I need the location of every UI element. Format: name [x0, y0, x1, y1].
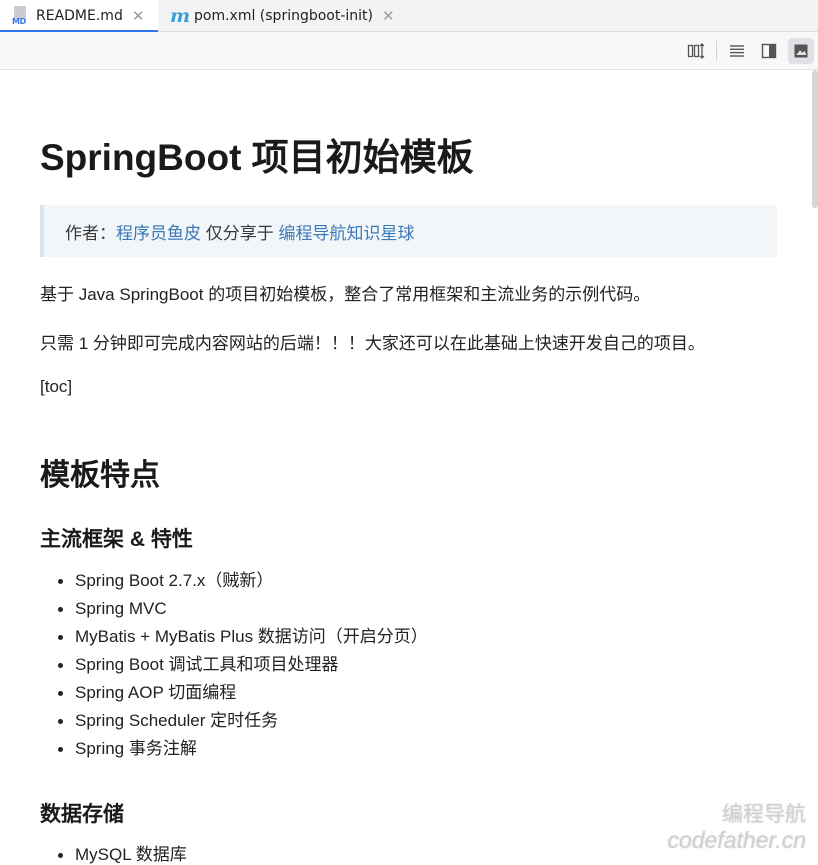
maven-m-icon: m	[170, 5, 191, 27]
doc-title: SpringBoot 项目初始模板	[40, 137, 474, 178]
section-heading-features: 模板特点	[40, 459, 160, 492]
preview-only-icon[interactable]	[788, 38, 814, 64]
list-item: Spring 事务注解	[58, 735, 428, 763]
tagline-paragraph: 只需 1 分钟即可完成内容网站的后端！！！大家还可以在此基础上快速开发自己的项目…	[40, 334, 705, 353]
markdown-preview[interactable]: SpringBoot 项目初始模板 作者：程序员鱼皮 仅分享于 编程导航知识星球…	[0, 70, 818, 865]
storage-list: MySQL 数据库	[40, 841, 187, 865]
author-blockquote: 作者：程序员鱼皮 仅分享于 编程导航知识星球	[40, 205, 777, 257]
intro-paragraph: 基于 Java SpringBoot 的项目初始模板，整合了常用框架和主流业务的…	[40, 285, 651, 304]
list-item: Spring AOP 切面编程	[58, 679, 428, 707]
site-link[interactable]: 编程导航知识星球	[278, 224, 414, 243]
watermark-line1: 编程导航	[722, 803, 806, 827]
editor-tab-bar: MD README.md ✕ m pom.xml (springboot-ini…	[0, 0, 818, 33]
author-link[interactable]: 程序员鱼皮	[116, 224, 201, 243]
watermark: 编程导航 codefather.cn	[667, 802, 806, 855]
list-item: Spring Scheduler 定时任务	[58, 707, 428, 735]
frameworks-list: Spring Boot 2.7.x（贼新） Spring MVC MyBatis…	[40, 567, 428, 763]
watermark-line2: codefather.cn	[667, 827, 806, 854]
list-item: MyBatis + MyBatis Plus 数据访问（开启分页）	[58, 623, 428, 651]
markdown-toolbar	[0, 32, 818, 70]
quote-middle: 仅分享于	[201, 224, 279, 243]
list-item: Spring Boot 2.7.x（贼新）	[58, 567, 428, 595]
subheading-storage: 数据存储	[40, 803, 124, 826]
quote-prefix: 作者：	[65, 224, 116, 243]
subheading-frameworks: 主流框架 & 特性	[40, 528, 193, 551]
tab-pom-label: pom.xml (springboot-init)	[194, 8, 374, 24]
editor-only-sync-icon[interactable]	[683, 38, 709, 64]
close-icon[interactable]: ✕	[382, 7, 395, 25]
list-item: MySQL 数据库	[58, 841, 187, 865]
toc-marker: [toc]	[40, 377, 73, 396]
markdown-file-icon: MD	[12, 6, 30, 26]
tab-readme[interactable]: MD README.md ✕	[0, 0, 158, 33]
tab-readme-label: README.md	[36, 8, 123, 24]
tab-pom[interactable]: m pom.xml (springboot-init) ✕	[158, 0, 408, 32]
editor-only-icon[interactable]	[724, 38, 750, 64]
list-item: Spring MVC	[58, 595, 428, 623]
list-item: Spring Boot 调试工具和项目处理器	[58, 651, 428, 679]
toolbar-separator	[716, 41, 717, 61]
vertical-scrollbar[interactable]	[812, 70, 818, 208]
editor-and-preview-icon[interactable]	[756, 38, 782, 64]
close-icon[interactable]: ✕	[132, 7, 145, 25]
